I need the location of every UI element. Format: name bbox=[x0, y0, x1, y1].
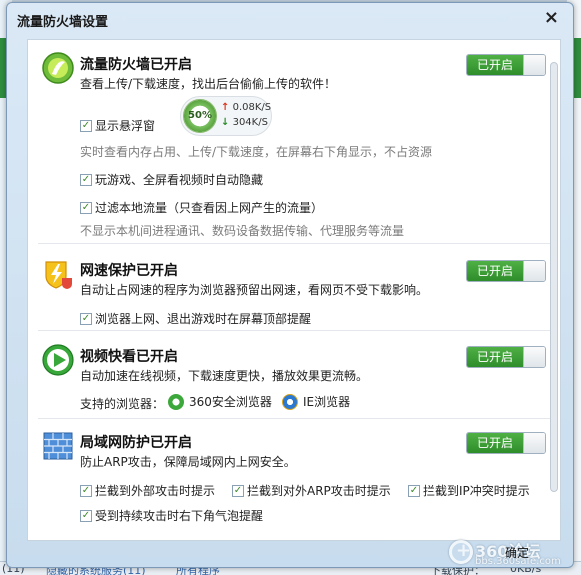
browser-ie: IE浏览器 bbox=[282, 393, 350, 410]
checkbox-checked-icon: ✓ bbox=[232, 484, 244, 497]
section-divider bbox=[38, 418, 550, 419]
lan-option-label: 拦截到外部攻击时提示 bbox=[95, 484, 216, 498]
scrollbar[interactable] bbox=[550, 50, 558, 530]
hide-in-game-checkbox[interactable]: ✓ 玩游戏、全屏看视频时自动隐藏 bbox=[80, 171, 263, 188]
float-window-label: 显示悬浮窗 bbox=[95, 119, 156, 133]
speed-remind-label: 浏览器上网、退出游戏时在屏幕顶部提醒 bbox=[95, 312, 312, 326]
toggle-knob bbox=[523, 55, 545, 75]
ie-browser-icon bbox=[282, 393, 298, 410]
checkbox-checked-icon: ✓ bbox=[80, 312, 92, 325]
360-browser-icon bbox=[168, 393, 184, 410]
watermark-plus-icon bbox=[449, 540, 473, 564]
firewall-title: 流量防火墙已开启 bbox=[80, 57, 192, 73]
upload-arrow-icon: ↑ bbox=[221, 102, 230, 113]
firewall-toggle[interactable]: 已开启 bbox=[466, 54, 546, 76]
video-desc: 自动加速在线视频，下载速度更快，播放效果更流畅。 bbox=[80, 369, 369, 383]
lan-title: 局域网防护已开启 bbox=[80, 435, 192, 451]
video-play-icon bbox=[42, 344, 74, 376]
close-icon[interactable]: × bbox=[544, 9, 559, 27]
filter-local-checkbox[interactable]: ✓ 过滤本地流量（只查看因上网产生的流量） bbox=[80, 199, 323, 216]
toggle-on-label: 已开启 bbox=[467, 433, 523, 453]
checkbox-checked-icon: ✓ bbox=[80, 201, 92, 214]
speed-protect-toggle[interactable]: 已开启 bbox=[466, 260, 546, 282]
filter-local-note: 不显示本机间进程通讯、数码设备数据传输、代理服务等流量 bbox=[80, 224, 405, 238]
download-arrow-icon: ↓ bbox=[221, 117, 230, 128]
floating-speed-widget: 50% ↑ 0.08K/S ↓ 304K/S bbox=[180, 96, 272, 136]
lan-option-label: 受到持续攻击时右下角气泡提醒 bbox=[95, 509, 264, 523]
browser-360-label: 360安全浏览器 bbox=[189, 395, 272, 409]
brick-wall-icon bbox=[43, 432, 73, 460]
supported-browsers-label: 支持的浏览器： bbox=[80, 397, 165, 411]
toggle-knob bbox=[523, 433, 545, 453]
toggle-on-label: 已开启 bbox=[467, 347, 523, 367]
checkbox-checked-icon: ✓ bbox=[80, 119, 92, 132]
scrollbar-thumb[interactable] bbox=[550, 62, 558, 492]
lan-option-label: 拦截到对外ARP攻击时提示 bbox=[247, 484, 391, 498]
lan-option-arp-attack[interactable]: ✓ 拦截到对外ARP攻击时提示 bbox=[232, 482, 391, 499]
checkbox-checked-icon: ✓ bbox=[80, 484, 92, 497]
video-toggle[interactable]: 已开启 bbox=[466, 346, 546, 368]
lightning-shield-icon bbox=[45, 261, 72, 289]
hide-in-game-label: 玩游戏、全屏看视频时自动隐藏 bbox=[95, 173, 264, 187]
checkbox-checked-icon: ✓ bbox=[80, 173, 92, 186]
dialog-titlebar[interactable]: 流量防火墙设置 × bbox=[7, 3, 573, 35]
toggle-knob bbox=[523, 347, 545, 367]
lan-option-bubble-alert[interactable]: ✓ 受到持续攻击时右下角气泡提醒 bbox=[80, 507, 263, 524]
lan-option-external-attack[interactable]: ✓ 拦截到外部攻击时提示 bbox=[80, 482, 215, 499]
video-title: 视频快看已开启 bbox=[80, 349, 178, 365]
lan-toggle[interactable]: 已开启 bbox=[466, 432, 546, 454]
lan-option-label: 拦截到IP冲突时提示 bbox=[423, 484, 530, 498]
toggle-on-label: 已开启 bbox=[467, 55, 523, 75]
float-window-checkbox[interactable]: ✓ 显示悬浮窗 bbox=[80, 117, 155, 134]
settings-panel: 流量防火墙已开启 查看上传/下载速度，找出后台偷偷上传的软件！ 已开启 ✓ 显示… bbox=[27, 39, 561, 541]
toggle-knob bbox=[523, 261, 545, 281]
lan-option-ip-conflict[interactable]: ✓ 拦截到IP冲突时提示 bbox=[408, 482, 530, 499]
lan-desc: 防止ARP攻击，保障局域网内上网安全。 bbox=[80, 455, 296, 469]
memory-gauge: 50% bbox=[183, 99, 217, 133]
download-speed-value: 304K/S bbox=[232, 117, 268, 128]
firewall-desc: 查看上传/下载速度，找出后台偷偷上传的软件！ bbox=[80, 77, 337, 91]
toggle-on-label: 已开启 bbox=[467, 261, 523, 281]
confirm-button[interactable]: 确定 bbox=[489, 541, 545, 565]
section-divider bbox=[38, 330, 550, 331]
firewall-shield-icon bbox=[42, 52, 74, 84]
browser-ie-label: IE浏览器 bbox=[303, 395, 351, 409]
speed-remind-checkbox[interactable]: ✓ 浏览器上网、退出游戏时在屏幕顶部提醒 bbox=[80, 310, 311, 327]
checkbox-checked-icon: ✓ bbox=[408, 484, 420, 497]
download-speed: ↓ 304K/S bbox=[221, 117, 268, 128]
firewall-settings-dialog: 流量防火墙设置 × 流量防火墙已开启 查看上传/下载速度，找出后台偷偷上传的软件… bbox=[6, 2, 574, 568]
speed-protect-title: 网速保护已开启 bbox=[80, 263, 178, 279]
filter-local-label: 过滤本地流量（只查看因上网产生的流量） bbox=[95, 201, 324, 215]
upload-speed-value: 0.08K/S bbox=[232, 102, 272, 113]
speed-protect-desc: 自动让占网速的程序为浏览器预留出网速，看网页不受下载影响。 bbox=[80, 283, 429, 297]
browser-360: 360安全浏览器 bbox=[168, 393, 272, 410]
checkbox-checked-icon: ✓ bbox=[80, 509, 92, 522]
upload-speed: ↑ 0.08K/S bbox=[221, 102, 271, 113]
float-window-note: 实时查看内存占用、上传/下载速度，在屏幕右下角显示，不占资源 bbox=[80, 145, 433, 159]
section-divider bbox=[38, 243, 550, 244]
dialog-title: 流量防火墙设置 bbox=[17, 15, 109, 30]
